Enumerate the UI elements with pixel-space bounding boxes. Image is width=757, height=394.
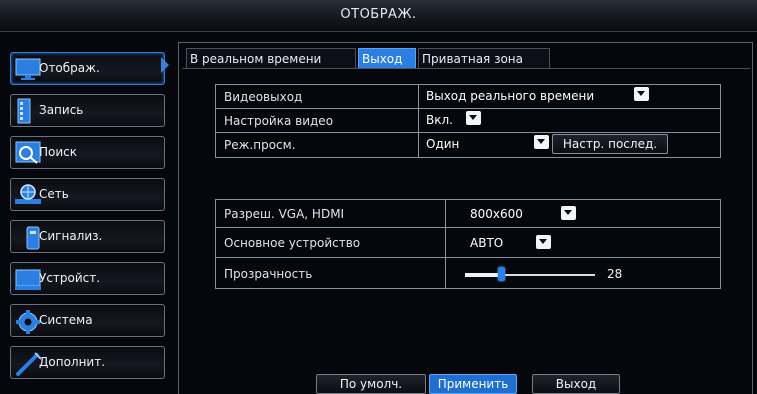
video-setting-label: Настройка видео [224,114,334,128]
sidebar-item-label: Система [39,313,93,327]
table-row: Видеовыход Выход реального времени [216,85,720,109]
transparency-value: 28 [607,267,623,281]
active-arrow-indicator [161,57,169,73]
video-output-select[interactable]: Выход реального времени [424,87,634,105]
sidebar-item-label: Сигнализ. [39,229,103,243]
resolution-value: 800x600 [470,207,523,221]
sidebar-item-label: Запись [39,103,84,117]
resolution-select[interactable]: 800x600 [468,205,548,223]
tab-privacy-zone[interactable]: Приватная зона [418,48,550,68]
chevron-down-icon[interactable] [561,206,576,220]
apply-button[interactable]: Применить [429,374,517,394]
table-row: Настройка видео Вкл. [216,109,720,133]
sequence-settings-button[interactable]: Настр. послед. [552,134,668,154]
tab-output[interactable]: Выход [358,48,416,68]
sidebar-item-label: Устройст. [39,271,101,285]
sidebar-item-record[interactable]: Запись [10,94,165,127]
video-setting-value: Вкл. [426,113,453,127]
view-mode-value: Один [426,137,460,151]
sidebar-item-label: Дополнит. [39,355,106,369]
main-device-label: Основное устройство [224,236,361,250]
exit-button[interactable]: Выход [532,374,620,394]
tab-divider [182,68,750,69]
default-button[interactable]: По умолч. [316,374,426,394]
view-mode-label: Реж.просм. [224,138,296,152]
video-output-value: Выход реального времени [426,89,595,103]
view-mode-select[interactable]: Один [424,135,544,153]
transparency-label: Прозрачность [224,267,313,281]
column-divider [418,133,419,157]
transparency-slider-handle[interactable] [498,267,505,281]
sidebar-item-label: Отображ. [39,61,100,75]
sidebar-item-alarm[interactable]: Сигнализ. [10,220,165,253]
tab-realtime[interactable]: В реальном времени [186,48,356,68]
table-row: Основное устройство АВТО [216,228,720,258]
column-divider [418,85,419,108]
sidebar-item-search[interactable]: Поиск [10,136,165,169]
transparency-slider-fill [465,273,501,277]
sidebar-item-device[interactable]: Устройст. [10,262,165,295]
main-device-select[interactable]: АВТО [468,234,528,252]
sidebar-item-network[interactable]: Сеть [10,178,165,211]
sidebar-item-display[interactable]: Отображ. [10,52,165,85]
video-settings-table: Видеовыход Выход реального времени Настр… [215,84,721,158]
sidebar-item-system[interactable]: Система [10,304,165,337]
chevron-down-icon[interactable] [534,135,549,149]
column-divider [445,228,446,257]
table-row: Разреш. VGA, HDMI 800x600 [216,200,720,228]
column-divider [418,109,419,132]
sidebar-item-label: Поиск [39,145,78,159]
resolution-label: Разреш. VGA, HDMI [224,207,345,221]
window-title: ОТОБРАЖ. [0,0,757,32]
video-output-label: Видеовыход [224,90,303,104]
sidebar-item-label: Сеть [39,187,69,201]
main-device-value: АВТО [470,236,504,250]
column-divider [445,200,446,227]
sidebar: Отображ. Запись Поиск Сеть Сигнализ. Уст… [4,42,174,392]
column-divider [445,258,446,288]
chevron-down-icon[interactable] [536,235,551,249]
table-row: Реж.просм. Один Настр. послед. [216,133,720,157]
chevron-down-icon[interactable] [634,87,649,101]
sidebar-item-advanced[interactable]: Дополнит. [10,346,165,379]
chevron-down-icon[interactable] [466,111,481,125]
